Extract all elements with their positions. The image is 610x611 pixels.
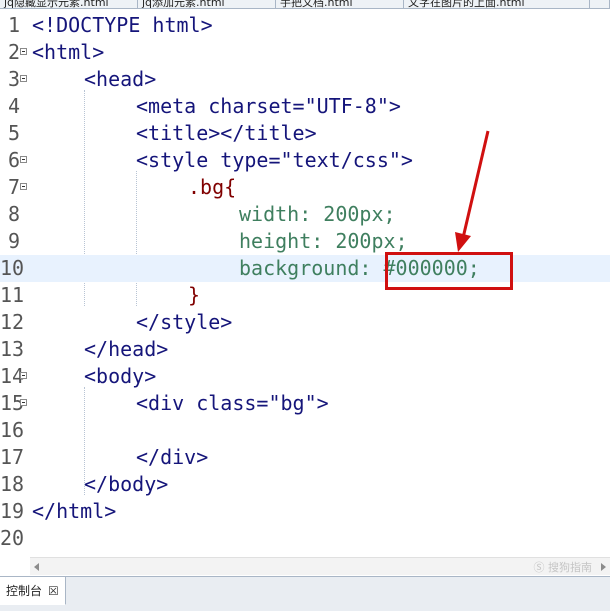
tab-label: 文字在图片的上面.html — [408, 0, 525, 8]
code-line[interactable]: 12 </style> — [0, 309, 610, 336]
scroll-right-icon[interactable] — [601, 563, 606, 571]
line-text: </body> — [84, 472, 169, 496]
code-line[interactable]: 19 </html> — [0, 498, 610, 525]
code-line[interactable]: 3 <head> — [0, 66, 610, 93]
tab-console[interactable]: 控制台 ☒ — [0, 577, 66, 605]
line-number: 7 — [7, 175, 20, 199]
code-line[interactable]: 9 height: 200px; — [0, 228, 610, 255]
code-line[interactable]: 11 } — [0, 282, 610, 309]
line-number: 1 — [7, 13, 20, 37]
code-line[interactable]: 7 .bg{ — [0, 174, 610, 201]
horizontal-scrollbar[interactable] — [30, 557, 610, 575]
annotation-highlight-box — [385, 252, 513, 290]
code-line[interactable]: 15 <div class="bg"> — [0, 390, 610, 417]
editor-tab-bar: jq隐藏显示元素.html jq添加元素.html 手把文档.html 文字在图… — [0, 0, 610, 9]
line-text: <head> — [84, 67, 157, 91]
line-number: 2 — [7, 40, 20, 64]
line-number: 5 — [7, 121, 20, 145]
code-line[interactable]: 17 </div> — [0, 444, 610, 471]
line-text: </head> — [84, 337, 169, 361]
code-line[interactable]: 20 — [0, 525, 610, 552]
line-number: 11 — [0, 283, 25, 307]
tab-label: 手把文档.html — [280, 0, 353, 8]
tab-text-over-image[interactable]: 文字在图片的上面.html — [404, 0, 590, 8]
line-number: 17 — [0, 445, 25, 469]
line-number: 16 — [0, 418, 25, 442]
scroll-left-icon[interactable] — [34, 563, 39, 571]
fold-toggle-icon[interactable] — [20, 183, 27, 190]
line-number: 8 — [7, 202, 20, 226]
line-text: <body> — [84, 364, 157, 388]
code-line-current[interactable]: 10 background: #000000; — [0, 255, 610, 282]
line-number: 15 — [0, 391, 25, 415]
code-editor[interactable]: 1 <!DOCTYPE html> 2 <html> 3 <head> 4 <m… — [0, 9, 610, 557]
line-text: <html> — [32, 40, 105, 64]
line-number: 18 — [0, 472, 25, 496]
tab-handbook[interactable]: 手把文档.html — [276, 0, 404, 8]
line-number: 3 — [7, 67, 20, 91]
fold-toggle-icon[interactable] — [20, 75, 27, 82]
line-text: </div> — [136, 445, 209, 469]
line-number: 4 — [7, 94, 20, 118]
code-line[interactable]: 18 </body> — [0, 471, 610, 498]
fold-toggle-icon[interactable] — [20, 48, 27, 55]
line-text: height: 200px; — [239, 229, 408, 253]
code-line[interactable]: 8 width: 200px; — [0, 201, 610, 228]
code-line[interactable]: 2 <html> — [0, 39, 610, 66]
code-line[interactable]: 1 <!DOCTYPE html> — [0, 12, 610, 39]
code-line[interactable]: 5 <title></title> — [0, 120, 610, 147]
line-number: 19 — [0, 499, 25, 523]
console-tab-label: 控制台 — [6, 584, 43, 598]
close-icon[interactable]: ☒ — [48, 577, 59, 605]
tab-label: jq隐藏显示元素.html — [4, 0, 109, 8]
fold-toggle-icon[interactable] — [20, 156, 27, 163]
line-text: <div class="bg"> — [136, 391, 329, 415]
line-text: </style> — [136, 310, 233, 334]
line-number: 9 — [7, 229, 20, 253]
bottom-panel: 控制台 ☒ — [0, 576, 610, 611]
tab-overflow[interactable] — [590, 0, 610, 8]
line-text: <style type="text/css"> — [136, 148, 413, 172]
tab-jq-add-elements[interactable]: jq添加元素.html — [138, 0, 276, 8]
line-number: 6 — [7, 148, 20, 172]
line-text: </html> — [32, 499, 117, 523]
code-line[interactable]: 13 </head> — [0, 336, 610, 363]
code-line[interactable]: 16 — [0, 417, 610, 444]
line-text: <title></title> — [136, 121, 317, 145]
code-line[interactable]: 14 <body> — [0, 363, 610, 390]
fold-toggle-icon[interactable] — [20, 399, 27, 406]
line-text: width: 200px; — [239, 202, 396, 226]
watermark: Ⓢ 搜狗指南 — [533, 561, 593, 574]
code-line[interactable]: 4 <meta charset="UTF-8"> — [0, 93, 610, 120]
fold-toggle-icon[interactable] — [20, 372, 27, 379]
line-number: 12 — [0, 310, 25, 334]
line-text: <meta charset="UTF-8"> — [136, 94, 401, 118]
line-text: <!DOCTYPE html> — [32, 13, 213, 37]
code-line[interactable]: 6 <style type="text/css"> — [0, 147, 610, 174]
line-number: 20 — [0, 526, 25, 550]
line-number: 13 — [0, 337, 25, 361]
tab-label: jq添加元素.html — [142, 0, 225, 8]
line-text: .bg{ — [188, 175, 237, 199]
tab-jq-hide-show[interactable]: jq隐藏显示元素.html — [0, 0, 138, 8]
line-text: } — [188, 283, 201, 307]
line-number: 14 — [0, 364, 25, 388]
line-number: 10 — [0, 256, 25, 280]
